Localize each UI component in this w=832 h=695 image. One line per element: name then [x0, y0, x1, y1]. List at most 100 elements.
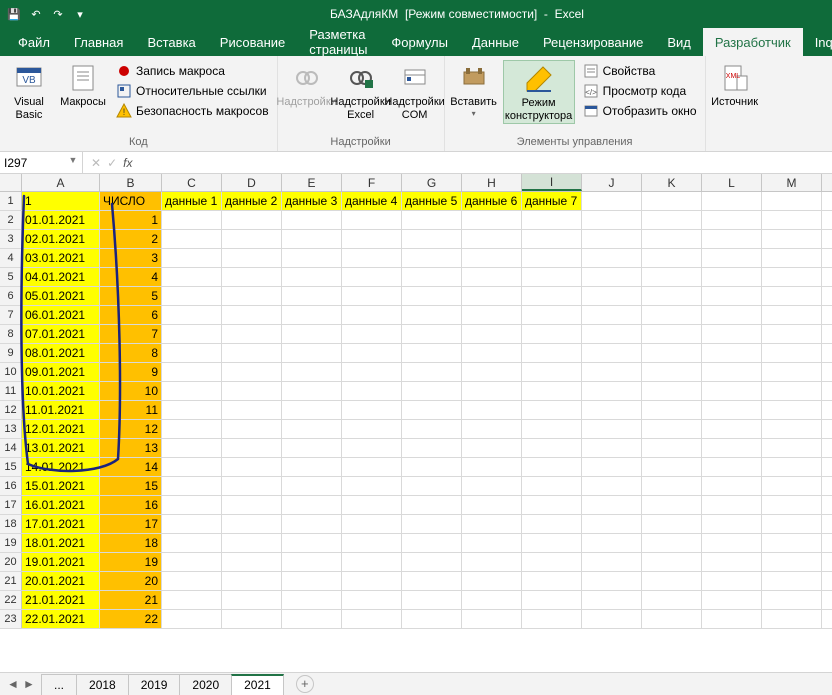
cell[interactable]	[162, 515, 222, 533]
cell[interactable]	[582, 363, 642, 381]
cell[interactable]	[642, 325, 702, 343]
cell[interactable]	[642, 401, 702, 419]
cell[interactable]	[582, 458, 642, 476]
cell[interactable]	[222, 325, 282, 343]
cell[interactable]	[462, 610, 522, 628]
cell[interactable]	[222, 287, 282, 305]
cell[interactable]	[462, 553, 522, 571]
row-header[interactable]: 16	[0, 477, 22, 495]
cell[interactable]	[282, 268, 342, 286]
show-dialog-button[interactable]: Отобразить окно	[579, 102, 701, 120]
cell[interactable]	[582, 496, 642, 514]
row-header[interactable]: 4	[0, 249, 22, 267]
row-header[interactable]: 23	[0, 610, 22, 628]
row-header[interactable]: 20	[0, 553, 22, 571]
cell[interactable]	[522, 325, 582, 343]
view-code-button[interactable]: </> Просмотр кода	[579, 82, 701, 100]
cell[interactable]	[222, 363, 282, 381]
cell[interactable]	[702, 477, 762, 495]
cell[interactable]	[762, 553, 822, 571]
cell[interactable]	[282, 610, 342, 628]
cell[interactable]	[282, 211, 342, 229]
cell[interactable]	[222, 496, 282, 514]
cell[interactable]	[402, 268, 462, 286]
cell[interactable]: 15	[100, 477, 162, 495]
cell[interactable]	[282, 306, 342, 324]
cell[interactable]	[222, 230, 282, 248]
cell[interactable]: ЧИСЛО	[100, 192, 162, 210]
cell[interactable]	[402, 458, 462, 476]
cell[interactable]	[702, 306, 762, 324]
cell[interactable]	[762, 249, 822, 267]
cell[interactable]	[522, 591, 582, 609]
cell[interactable]	[402, 439, 462, 457]
cell[interactable]	[702, 363, 762, 381]
cell[interactable]	[462, 458, 522, 476]
cell[interactable]	[762, 363, 822, 381]
select-all-corner[interactable]	[0, 174, 22, 191]
cell[interactable]	[402, 534, 462, 552]
macros-button[interactable]: Макросы	[58, 60, 108, 109]
cell[interactable]	[702, 572, 762, 590]
cell[interactable]	[582, 515, 642, 533]
macro-security-button[interactable]: ! Безопасность макросов	[112, 102, 273, 120]
cell[interactable]: 16.01.2021	[22, 496, 100, 514]
tab-inqu[interactable]: Inqu	[803, 28, 832, 56]
cell[interactable]	[522, 211, 582, 229]
col-header-A[interactable]: A	[22, 174, 100, 191]
cell[interactable]: 18.01.2021	[22, 534, 100, 552]
cell[interactable]	[462, 401, 522, 419]
cell[interactable]	[162, 553, 222, 571]
cell[interactable]	[762, 268, 822, 286]
cell[interactable]	[342, 610, 402, 628]
tab-data[interactable]: Данные	[460, 28, 531, 56]
row-header[interactable]: 2	[0, 211, 22, 229]
cell[interactable]	[162, 458, 222, 476]
cell[interactable]	[342, 230, 402, 248]
addins-button[interactable]: Надстройки	[282, 60, 332, 109]
cell[interactable]	[462, 211, 522, 229]
cell[interactable]: данные 7	[522, 192, 582, 210]
cell[interactable]	[162, 382, 222, 400]
properties-button[interactable]: Свойства	[579, 62, 701, 80]
cell[interactable]	[282, 249, 342, 267]
cell[interactable]	[342, 553, 402, 571]
cell[interactable]	[162, 249, 222, 267]
cell[interactable]	[462, 515, 522, 533]
cell[interactable]: 21.01.2021	[22, 591, 100, 609]
cell[interactable]	[522, 287, 582, 305]
cell[interactable]	[462, 344, 522, 362]
row-header[interactable]: 22	[0, 591, 22, 609]
cell[interactable]	[222, 572, 282, 590]
cell[interactable]: 4	[100, 268, 162, 286]
cell[interactable]	[282, 591, 342, 609]
cell[interactable]	[762, 401, 822, 419]
row-header[interactable]: 3	[0, 230, 22, 248]
cell[interactable]	[462, 230, 522, 248]
cell[interactable]	[402, 211, 462, 229]
cell[interactable]	[222, 534, 282, 552]
cell[interactable]	[282, 363, 342, 381]
cell[interactable]	[642, 496, 702, 514]
cell[interactable]	[282, 477, 342, 495]
cell[interactable]	[282, 287, 342, 305]
cell[interactable]	[162, 496, 222, 514]
cell[interactable]	[642, 382, 702, 400]
cell[interactable]	[342, 325, 402, 343]
cell[interactable]	[582, 610, 642, 628]
cell[interactable]	[462, 249, 522, 267]
fx-icon[interactable]: fx	[123, 156, 132, 170]
cell[interactable]	[642, 420, 702, 438]
cell[interactable]: 22	[100, 610, 162, 628]
cell[interactable]	[642, 192, 702, 210]
cell[interactable]: 21	[100, 591, 162, 609]
cell[interactable]	[762, 211, 822, 229]
cell[interactable]	[522, 382, 582, 400]
cell[interactable]: 08.01.2021	[22, 344, 100, 362]
cell[interactable]: 11.01.2021	[22, 401, 100, 419]
cell[interactable]: данные 4	[342, 192, 402, 210]
cell[interactable]	[342, 344, 402, 362]
row-header[interactable]: 19	[0, 534, 22, 552]
cell[interactable]	[762, 458, 822, 476]
save-icon[interactable]: 💾	[6, 6, 22, 22]
